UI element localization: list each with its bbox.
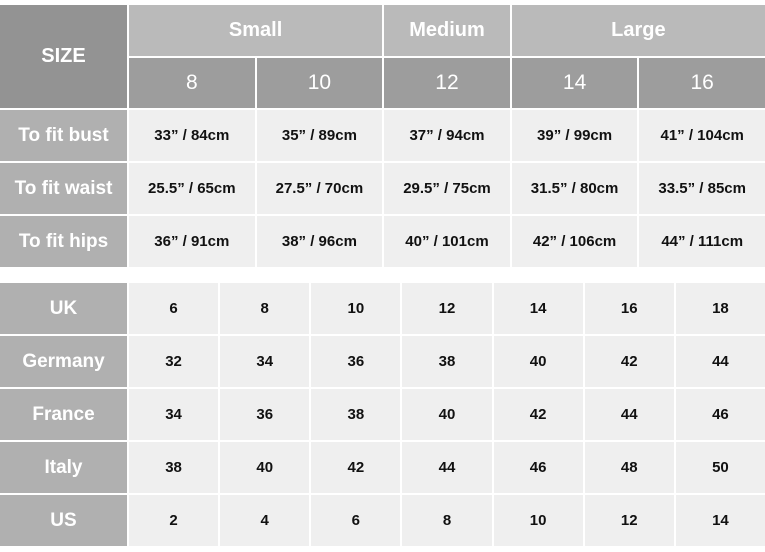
size-number-header: 12 bbox=[384, 58, 510, 108]
header-row-groups: SIZE Small Medium Large bbox=[0, 5, 765, 108]
conversion-cell: 12 bbox=[584, 495, 674, 546]
conversion-cell: 42 bbox=[311, 442, 401, 493]
conversion-cell: 38 bbox=[129, 442, 219, 493]
measurement-cell: 33” / 84cm bbox=[129, 110, 255, 161]
measurement-cell: 39” / 99cm bbox=[511, 110, 638, 161]
size-number-header: 14 bbox=[511, 58, 638, 108]
size-group-header: Medium bbox=[384, 5, 510, 56]
measurement-row: To fit bust 33” / 84cm 35” / 89cm 37” / 94c… bbox=[0, 110, 765, 161]
size-number-header: 8 bbox=[129, 58, 255, 108]
conversion-cell: 14 bbox=[493, 283, 583, 334]
conversion-cell: 46 bbox=[675, 389, 765, 440]
country-label: Germany bbox=[0, 336, 127, 387]
measurement-cell: 27.5” / 70cm bbox=[256, 163, 383, 214]
country-label: UK bbox=[0, 283, 127, 334]
row-label: To fit bust bbox=[0, 110, 127, 161]
measurement-cell: 40” / 101cm bbox=[384, 216, 510, 267]
conversion-cell: 40 bbox=[493, 336, 583, 387]
row-label: To fit hips bbox=[0, 216, 127, 267]
size-group-header: Small bbox=[129, 5, 383, 56]
conversion-row: Italy 38 40 42 44 46 48 50 bbox=[0, 442, 765, 493]
conversion-cell: 2 bbox=[129, 495, 219, 546]
conversion-cell: 44 bbox=[675, 336, 765, 387]
conversion-cell: 16 bbox=[584, 283, 674, 334]
conversion-cell: 18 bbox=[675, 283, 765, 334]
conversion-cell: 10 bbox=[311, 283, 401, 334]
measurement-cell: 33.5” / 85cm bbox=[639, 163, 765, 214]
conversion-cell: 8 bbox=[220, 283, 310, 334]
measurement-cell: 25.5” / 65cm bbox=[129, 163, 255, 214]
size-number-header: 16 bbox=[639, 58, 765, 108]
row-label: To fit waist bbox=[0, 163, 127, 214]
size-conversion-table: UK 6 8 10 12 14 16 18 Germany 32 34 36 38 40 42 44 Franc… bbox=[0, 281, 765, 548]
size-header: SIZE bbox=[0, 5, 127, 108]
measurement-cell: 31.5” / 80cm bbox=[511, 163, 638, 214]
conversion-cell: 6 bbox=[129, 283, 219, 334]
conversion-cell: 44 bbox=[584, 389, 674, 440]
measurements-table: SIZE Small Medium Large 8 10 12 14 16 To fit bust… bbox=[0, 3, 765, 269]
conversion-row: US 2 4 6 8 10 12 14 bbox=[0, 495, 765, 546]
country-label: US bbox=[0, 495, 127, 546]
measurement-cell: 42” / 106cm bbox=[511, 216, 638, 267]
measurement-cell: 36” / 91cm bbox=[129, 216, 255, 267]
conversion-cell: 40 bbox=[220, 442, 310, 493]
country-label: France bbox=[0, 389, 127, 440]
conversion-cell: 48 bbox=[584, 442, 674, 493]
measurement-cell: 29.5” / 75cm bbox=[384, 163, 510, 214]
conversion-cell: 38 bbox=[311, 389, 401, 440]
measurement-cell: 37” / 94cm bbox=[384, 110, 510, 161]
conversion-cell: 42 bbox=[493, 389, 583, 440]
conversion-cell: 40 bbox=[402, 389, 492, 440]
measurement-cell: 38” / 96cm bbox=[256, 216, 383, 267]
conversion-row: UK 6 8 10 12 14 16 18 bbox=[0, 283, 765, 334]
conversion-cell: 34 bbox=[129, 389, 219, 440]
size-number-header: 10 bbox=[256, 58, 383, 108]
conversion-cell: 44 bbox=[402, 442, 492, 493]
conversion-cell: 12 bbox=[402, 283, 492, 334]
conversion-cell: 14 bbox=[675, 495, 765, 546]
measurement-row: To fit hips 36” / 91cm 38” / 96cm 40” / 101… bbox=[0, 216, 765, 267]
conversion-row: Germany 32 34 36 38 40 42 44 bbox=[0, 336, 765, 387]
conversion-cell: 6 bbox=[311, 495, 401, 546]
conversion-cell: 50 bbox=[675, 442, 765, 493]
conversion-cell: 8 bbox=[402, 495, 492, 546]
conversion-cell: 34 bbox=[220, 336, 310, 387]
conversion-cell: 4 bbox=[220, 495, 310, 546]
measurement-cell: 44” / 111cm bbox=[639, 216, 765, 267]
conversion-cell: 46 bbox=[493, 442, 583, 493]
size-group-header: Large bbox=[511, 5, 765, 56]
conversion-row: France 34 36 38 40 42 44 46 bbox=[0, 389, 765, 440]
country-label: Italy bbox=[0, 442, 127, 493]
conversion-cell: 10 bbox=[493, 495, 583, 546]
conversion-cell: 36 bbox=[220, 389, 310, 440]
conversion-cell: 32 bbox=[129, 336, 219, 387]
measurement-cell: 41” / 104cm bbox=[639, 110, 765, 161]
conversion-cell: 42 bbox=[584, 336, 674, 387]
measurement-row: To fit waist 25.5” / 65cm 27.5” / 70cm 29.5… bbox=[0, 163, 765, 214]
conversion-cell: 36 bbox=[311, 336, 401, 387]
conversion-cell: 38 bbox=[402, 336, 492, 387]
measurement-cell: 35” / 89cm bbox=[256, 110, 383, 161]
